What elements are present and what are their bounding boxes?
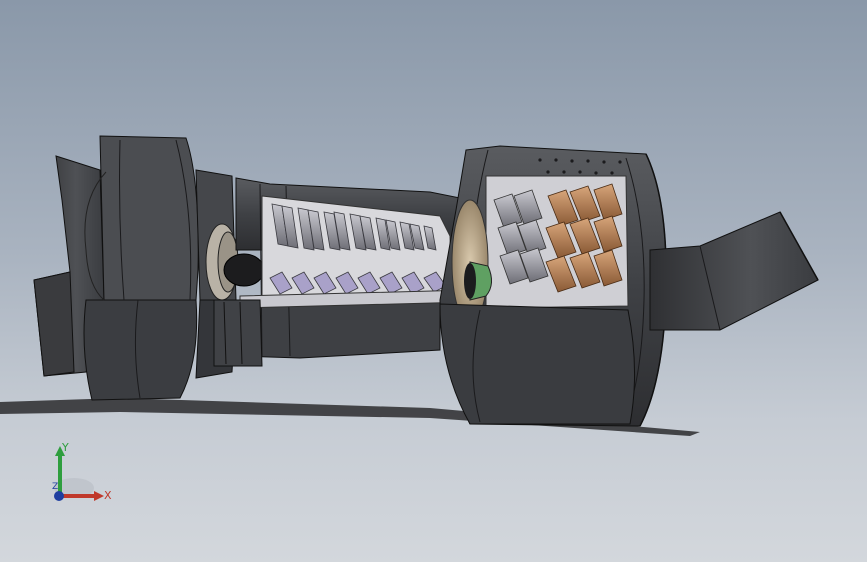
turbine-blades (545, 183, 623, 293)
y-axis-label: Y (62, 441, 69, 454)
z-axis-label: Z (52, 482, 59, 492)
x-axis-label: X (104, 489, 112, 502)
hot-section (439, 145, 667, 427)
engine-model-view[interactable] (0, 0, 867, 562)
graphics-viewport[interactable]: Y X Z (0, 0, 867, 562)
view-orientation-triad[interactable]: Y X Z (44, 440, 124, 510)
axis-triad-icon (54, 446, 104, 501)
exhaust-duct (649, 211, 819, 331)
